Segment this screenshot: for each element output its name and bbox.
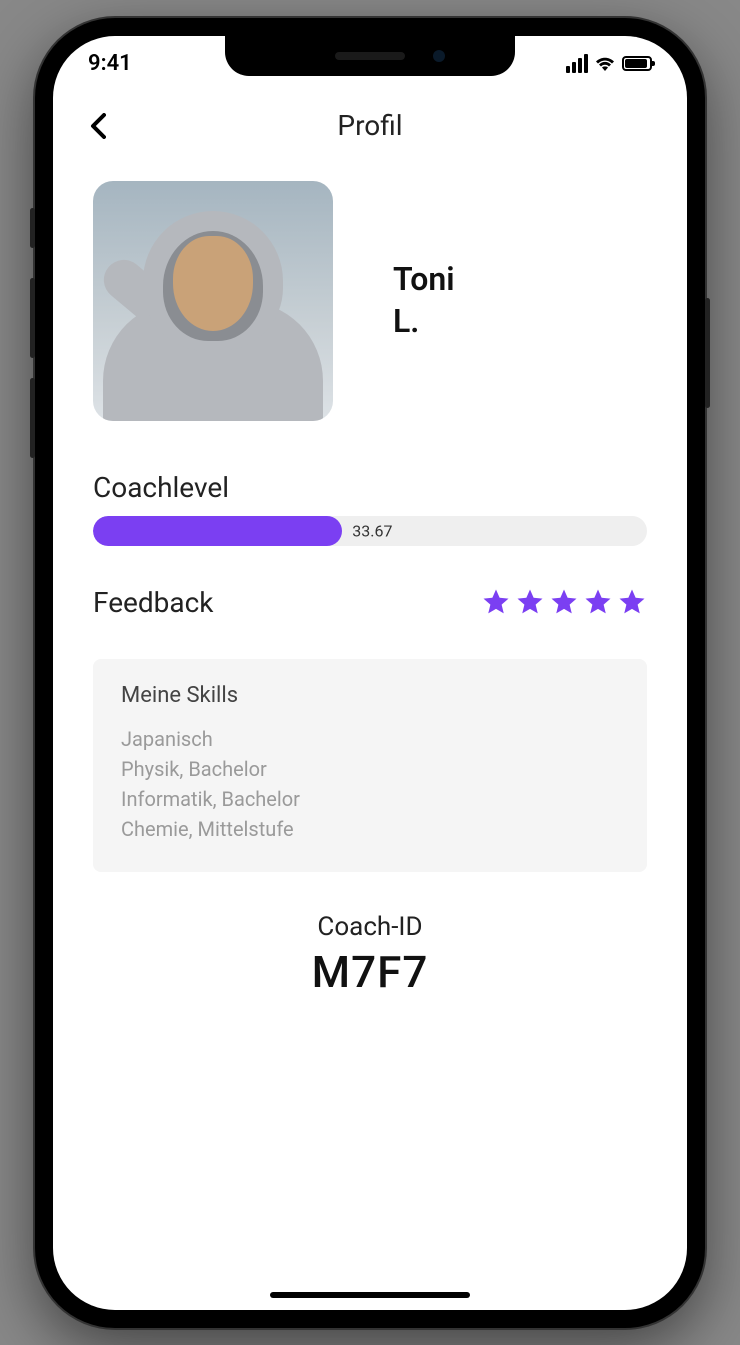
notch xyxy=(225,36,515,76)
avatar[interactable] xyxy=(93,181,333,421)
skills-title: Meine Skills xyxy=(121,683,619,708)
coach-id-value: M7F7 xyxy=(93,946,647,998)
status-right xyxy=(566,54,652,73)
coach-id-label: Coach-ID xyxy=(93,912,647,942)
battery-icon xyxy=(622,56,652,71)
star-icon xyxy=(549,587,579,617)
speaker xyxy=(335,52,405,60)
screen: 9:41 xyxy=(53,36,687,1310)
feedback-label: Feedback xyxy=(93,586,213,619)
coach-id-section: Coach-ID M7F7 xyxy=(93,912,647,998)
star-icon xyxy=(583,587,613,617)
side-button xyxy=(705,298,710,408)
cellular-signal-icon xyxy=(566,54,588,73)
coachlevel-label: Coachlevel xyxy=(93,471,647,504)
phone-frame: 9:41 xyxy=(35,18,705,1328)
home-indicator[interactable] xyxy=(270,1292,470,1298)
star-icon xyxy=(617,587,647,617)
page-title: Profil xyxy=(337,109,402,142)
coachlevel-progress: 33.67 xyxy=(93,516,647,546)
content: Toni L. Coachlevel 33.67 Feedback Meine … xyxy=(53,151,687,998)
profile-header: Toni L. xyxy=(93,181,647,421)
star-icon xyxy=(481,587,511,617)
skill-item: Chemie, Mittelstufe xyxy=(121,814,619,844)
feedback-row: Feedback xyxy=(93,586,647,619)
skill-item: Informatik, Bachelor xyxy=(121,784,619,814)
progress-fill: 33.67 xyxy=(93,516,342,546)
status-time: 9:41 xyxy=(88,51,132,76)
side-button xyxy=(30,208,35,248)
wifi-icon xyxy=(594,55,616,71)
first-name: Toni xyxy=(393,260,455,298)
skills-list: JapanischPhysik, BachelorInformatik, Bac… xyxy=(121,724,619,844)
camera xyxy=(433,50,445,62)
progress-value: 33.67 xyxy=(352,521,392,540)
nav-header: Profil xyxy=(53,91,687,151)
last-initial: L. xyxy=(393,302,419,340)
skill-item: Japanisch xyxy=(121,724,619,754)
side-button xyxy=(30,278,35,358)
chevron-left-icon xyxy=(90,113,106,139)
back-button[interactable] xyxy=(83,111,113,141)
feedback-stars xyxy=(481,587,647,617)
side-button xyxy=(30,378,35,458)
skills-card: Meine Skills JapanischPhysik, BachelorIn… xyxy=(93,659,647,872)
skill-item: Physik, Bachelor xyxy=(121,754,619,784)
profile-name: Toni L. xyxy=(393,259,455,342)
star-icon xyxy=(515,587,545,617)
